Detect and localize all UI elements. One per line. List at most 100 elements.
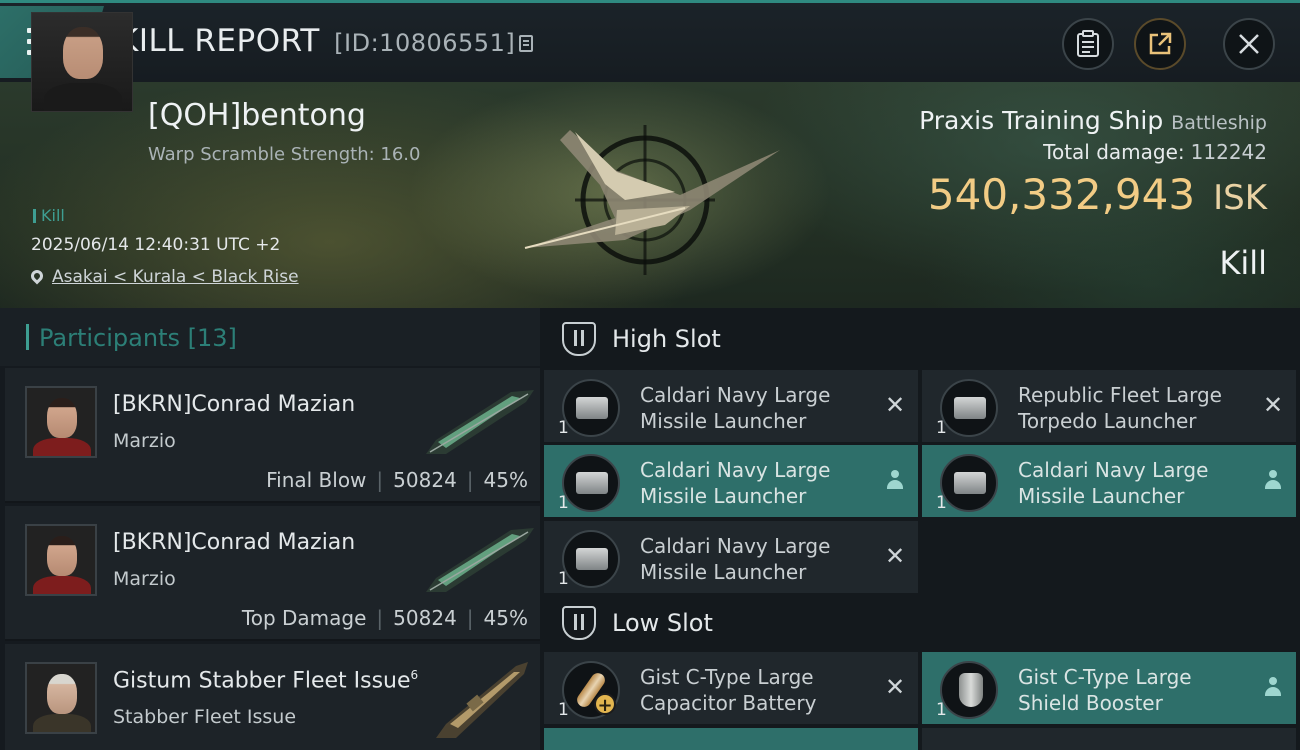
module-qty: 1 — [936, 418, 947, 438]
module-item[interactable] — [544, 728, 918, 750]
module-item[interactable]: 1 Republic Fleet Large Torpedo Launcher … — [922, 370, 1296, 442]
module-qty: 1 — [936, 493, 947, 513]
module-name: Gist C-Type Large Capacitor Battery — [640, 665, 817, 715]
module-item[interactable]: 1 Caldari Navy Large Missile Launcher — [544, 445, 918, 517]
location-link[interactable]: Asakai < Kurala < Black Rise — [52, 267, 299, 287]
module-name: Gist C-Type Large Shield Booster — [1018, 665, 1192, 715]
participant-avatar — [25, 662, 97, 734]
missile-launcher-icon — [940, 454, 998, 512]
module-name: Caldari Navy Large Missile Launcher — [640, 458, 831, 508]
total-damage: Total damage: 112242 — [1043, 140, 1267, 164]
participant-name: Gistum Stabber Fleet Issue6 — [113, 668, 418, 693]
participant-name: [BKRN]Conrad Mazian — [113, 392, 356, 417]
participant-name: [BKRN]Conrad Mazian — [113, 530, 356, 555]
low-slot-label: Low Slot — [612, 609, 713, 637]
page-title: KILL REPORT [ID:10806551] — [118, 23, 534, 59]
module-name: Caldari Navy Large Missile Launcher — [1018, 458, 1209, 508]
participant-role: Final Blow — [266, 468, 367, 492]
top-bar: KILL REPORT [ID:10806551] — [0, 0, 1300, 82]
copy-icon[interactable] — [519, 35, 534, 52]
module-item[interactable]: 1 Caldari Navy Large Missile Launcher ✕ — [544, 521, 918, 593]
missile-launcher-icon — [562, 379, 620, 437]
title-text: KILL REPORT — [118, 23, 320, 59]
participant-row[interactable]: Gistum Stabber Fleet Issue6 Stabber Flee… — [5, 644, 540, 750]
module-item[interactable]: 1 Caldari Navy Large Missile Launcher — [922, 445, 1296, 517]
module-qty: 1 — [558, 493, 569, 513]
module-name: Republic Fleet Large Torpedo Launcher — [1018, 383, 1222, 433]
close-button[interactable] — [1223, 18, 1275, 70]
warp-scramble-strength: Warp Scramble Strength: 16.0 — [148, 144, 421, 165]
victim-ship-image[interactable] — [505, 100, 795, 290]
kill-result: Kill — [1219, 244, 1267, 282]
low-slot-header: Low Slot — [540, 592, 1300, 656]
high-slot-label: High Slot — [612, 325, 721, 353]
module-qty: 1 — [558, 700, 569, 720]
participant-row[interactable]: [BKRN]Conrad Mazian Marzio Final Blow | 50… — [5, 368, 540, 503]
participant-ship-icon — [426, 390, 534, 454]
share-icon — [1149, 32, 1172, 55]
destroyed-icon: ✕ — [884, 391, 906, 419]
high-slot-header: High Slot — [540, 308, 1300, 372]
participant-avatar — [25, 386, 97, 458]
isk-unit: ISK — [1213, 178, 1267, 218]
isk-amount: 540,332,943 — [927, 170, 1196, 219]
module-qty: 1 — [936, 700, 947, 720]
participant-role: Top Damage — [241, 606, 367, 630]
participant-ship: Marzio — [113, 430, 176, 452]
kill-datetime: 2025/06/14 12:40:31 UTC +2 — [31, 235, 281, 255]
module-qty: 1 — [558, 569, 569, 589]
capacitor-battery-icon: + — [562, 661, 620, 719]
total-damage-label: Total damage: — [1043, 140, 1185, 164]
destroyed-icon: ✕ — [1262, 391, 1284, 419]
module-item[interactable] — [922, 728, 1296, 750]
module-name: Caldari Navy Large Missile Launcher — [640, 383, 831, 433]
fitting-panel: High Slot 1 Caldari Navy Large Missile L… — [540, 308, 1300, 750]
high-slot-icon — [562, 322, 596, 356]
dropped-person-icon — [1262, 469, 1284, 491]
total-damage-value: 112242 — [1190, 140, 1267, 164]
participant-ship: Stabber Fleet Issue — [113, 706, 297, 728]
participant-name-text: Gistum Stabber Fleet Issue — [113, 668, 411, 694]
clipboard-button[interactable] — [1062, 18, 1114, 70]
kill-location: Asakai < Kurala < Black Rise — [28, 267, 299, 287]
module-name: Caldari Navy Large Missile Launcher — [640, 534, 831, 584]
low-slot-icon — [562, 606, 596, 640]
dropped-person-icon — [1262, 676, 1284, 698]
participants-header[interactable]: Participants [13] — [0, 308, 540, 366]
module-item[interactable]: + 1 Gist C-Type Large Capacitor Battery … — [544, 652, 918, 724]
torpedo-launcher-icon — [940, 379, 998, 437]
victim-name[interactable]: [QOH]bentong — [148, 98, 366, 133]
shield-booster-icon — [940, 661, 998, 719]
participant-row[interactable]: [BKRN]Conrad Mazian Marzio Top Damage | 50… — [5, 506, 540, 641]
kill-tag: Kill — [33, 206, 65, 225]
close-icon — [1239, 34, 1259, 54]
participants-panel: Participants [13] [BKRN]Conrad Mazian Ma… — [0, 308, 540, 750]
victim-ship[interactable]: Praxis Training Ship Battleship — [919, 106, 1267, 135]
participant-percent: 45% — [483, 606, 528, 630]
victim-portrait[interactable] — [31, 12, 133, 112]
participant-damage: 50824 — [393, 606, 457, 630]
destroyed-icon: ✕ — [884, 673, 906, 701]
ship-name: Praxis Training Ship — [919, 106, 1164, 135]
participant-ship-icon — [436, 662, 528, 738]
module-item[interactable]: 1 Caldari Navy Large Missile Launcher ✕ — [544, 370, 918, 442]
missile-launcher-icon — [562, 530, 620, 588]
missile-launcher-icon — [562, 454, 620, 512]
participant-ship-icon — [426, 528, 534, 592]
share-button[interactable] — [1134, 18, 1186, 70]
isk-value: 540,332,943 ISK — [928, 170, 1267, 219]
participant-percent: 45% — [483, 468, 528, 492]
ship-class: Battleship — [1171, 112, 1267, 134]
module-qty: 1 — [558, 418, 569, 438]
participant-avatar — [25, 524, 97, 596]
destroyed-icon: ✕ — [884, 542, 906, 570]
kill-id: [ID:10806551] — [334, 29, 516, 57]
location-pin-icon — [28, 267, 46, 285]
module-item[interactable]: 1 Gist C-Type Large Shield Booster — [922, 652, 1296, 724]
clipboard-icon — [1077, 30, 1099, 57]
plus-icon: + — [594, 693, 616, 716]
participant-stats: Final Blow | 50824 | 45% — [266, 468, 528, 492]
participant-stats: Top Damage | 50824 | 45% — [241, 606, 528, 630]
participant-ship: Marzio — [113, 568, 176, 590]
participant-damage: 50824 — [393, 468, 457, 492]
